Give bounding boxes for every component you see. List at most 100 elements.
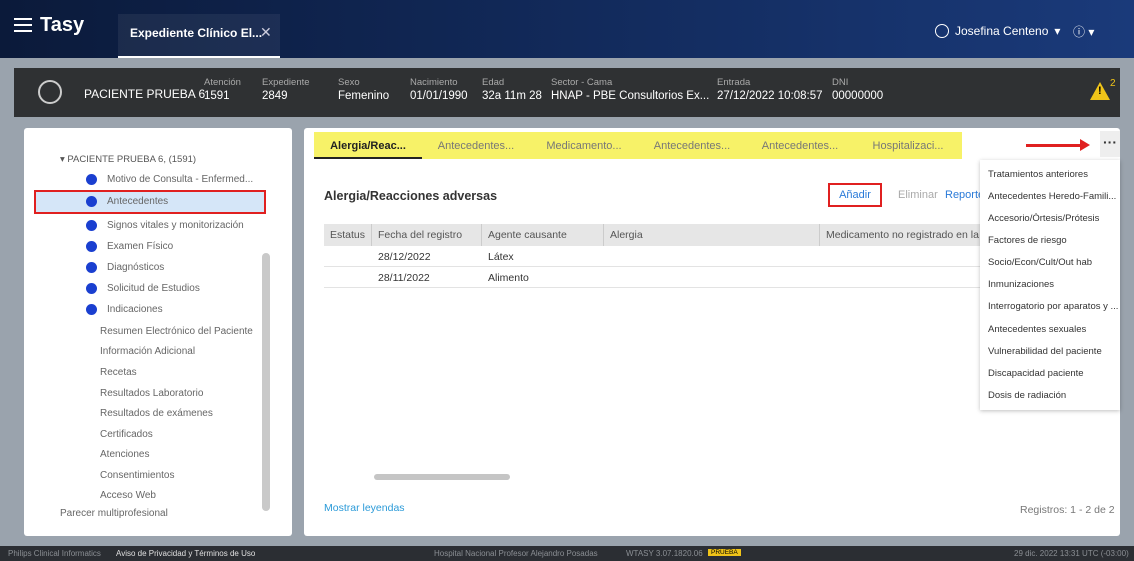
field-label: Nacimiento <box>410 77 458 88</box>
cell-fecha: 28/11/2022 <box>378 272 430 284</box>
menu-item-tratamientos[interactable]: Tratamientos anteriores <box>988 169 1118 180</box>
top-bar: Tasy Expediente Clínico El... ✕ Josefina… <box>0 0 1134 58</box>
tree-item-solicitud-estudios[interactable]: Solicitud de Estudios <box>86 283 200 294</box>
tree-item-signos-vitales[interactable]: Signos vitales y monitorización <box>86 220 244 231</box>
tree-item-examen-fisico[interactable]: Examen Físico <box>86 241 173 252</box>
patient-field-expediente: Expediente 2849 <box>262 77 310 102</box>
field-value: 2849 <box>262 90 288 102</box>
more-options-icon[interactable]: ··· <box>1100 131 1120 157</box>
tree-item-resultados-laboratorio[interactable]: Resultados Laboratorio <box>100 388 203 399</box>
bullet-icon <box>86 196 97 207</box>
footer-datetime: 29 dic. 2022 13:31 UTC (-03:00) <box>1014 549 1129 558</box>
menu-item-interrogatorio[interactable]: Interrogatorio por aparatos y ... <box>988 301 1118 312</box>
footer-hospital: Hospital Nacional Profesor Alejandro Pos… <box>434 549 598 558</box>
records-count: Registros: 1 - 2 de 2 <box>1020 504 1115 516</box>
info-menu-button[interactable]: ⓘ ▾ <box>1073 23 1094 40</box>
tab-hospitalizacion[interactable]: Hospitalizaci... <box>854 132 962 159</box>
tree-item-consentimientos[interactable]: Consentimientos <box>100 470 174 481</box>
patient-field-sector-cama: Sector - Cama HNAP - PBE Consultorios Ex.… <box>551 77 709 102</box>
tree-item-indicaciones[interactable]: Indicaciones <box>86 304 163 315</box>
patient-name: PACIENTE PRUEBA 6 <box>84 87 206 101</box>
patient-bar: PACIENTE PRUEBA 6 Atención 1591 Expedient… <box>14 68 1120 117</box>
footer-company: Philips Clinical Informatics <box>8 549 101 558</box>
field-value: 32a 11m 28 <box>482 90 542 102</box>
tree-item-diagnosticos[interactable]: Diagnósticos <box>86 262 164 273</box>
vertical-scrollbar[interactable] <box>262 253 270 511</box>
tab-antecedentes-3[interactable]: Antecedentes... <box>746 132 854 159</box>
tree-item-parecer-multiprofesional[interactable]: Parecer multiprofesional <box>60 508 168 519</box>
patient-field-dni: DNI 00000000 <box>832 77 883 102</box>
tab-antecedentes-2[interactable]: Antecedentes... <box>638 132 746 159</box>
cell-estatus <box>324 268 372 287</box>
tab-alergia[interactable]: Alergia/Reac... <box>314 132 422 159</box>
menu-item-socio-econ[interactable]: Socio/Econ/Cult/Out hab <box>988 257 1118 268</box>
field-label: Sector - Cama <box>551 77 613 88</box>
field-label: DNI <box>832 77 849 88</box>
menu-item-inmunizaciones[interactable]: Inmunizaciones <box>988 279 1118 290</box>
annotation-arrow-head <box>1080 139 1090 151</box>
bullet-icon <box>86 304 97 315</box>
patient-field-nacimiento: Nacimiento 01/01/1990 <box>410 77 468 102</box>
tree-item-certificados[interactable]: Certificados <box>100 429 153 440</box>
menu-item-discapacidad[interactable]: Discapacidad paciente <box>988 368 1118 379</box>
bullet-icon <box>86 241 97 252</box>
show-legends-link[interactable]: Mostrar leyendas <box>324 502 405 514</box>
footer-version: WTASY 3.07.1820.06 <box>626 549 703 558</box>
chevron-down-icon: ▾ <box>1054 24 1061 38</box>
menu-item-antecedentes-sexuales[interactable]: Antecedentes sexuales <box>988 324 1118 335</box>
column-header-agente[interactable]: Agente causante <box>482 224 604 246</box>
privacy-link[interactable]: Aviso de Privacidad y Términos de Uso <box>116 549 255 558</box>
cell-alergia <box>604 247 820 266</box>
user-name: Josefina Centeno <box>955 24 1049 38</box>
more-options-menu: Tratamientos anteriores Antecedentes Her… <box>980 160 1120 410</box>
patient-field-sexo: Sexo Femenino <box>338 77 389 102</box>
tree-item-resultados-examenes[interactable]: Resultados de exámenes <box>100 408 213 419</box>
column-header-fecha[interactable]: Fecha del registro <box>372 224 482 246</box>
cell-agente: Látex <box>488 251 514 263</box>
tree-item-informacion-adicional[interactable]: Información Adicional <box>100 346 195 357</box>
app-title: Tasy <box>40 14 85 36</box>
cell-estatus <box>324 247 372 266</box>
section-title: Alergia/Reacciones adversas <box>324 189 498 203</box>
tree-item-motivo-consulta[interactable]: Motivo de Consulta - Enfermed... <box>86 174 253 185</box>
horizontal-scrollbar[interactable] <box>374 474 510 480</box>
tree-item-label: Signos vitales y monitorización <box>107 220 244 231</box>
hamburger-menu-icon[interactable] <box>14 18 32 32</box>
user-menu[interactable]: Josefina Centeno ▾ <box>935 24 1060 38</box>
field-value: 00000000 <box>832 90 884 102</box>
tab-medicamento[interactable]: Medicamento... <box>530 132 638 159</box>
annotation-arrow <box>1026 144 1082 147</box>
menu-item-vulnerabilidad[interactable]: Vulnerabilidad del paciente <box>988 346 1118 357</box>
tree-item-atenciones[interactable]: Atenciones <box>100 449 149 460</box>
alert-warning-icon[interactable]: ! 2 <box>1090 78 1116 102</box>
menu-item-heredo-familiares[interactable]: Antecedentes Heredo-Famili... <box>988 191 1118 202</box>
field-label: Entrada <box>717 77 751 88</box>
menu-item-dosis-radiacion[interactable]: Dosis de radiación <box>988 390 1118 401</box>
field-label: Edad <box>482 77 505 88</box>
menu-item-factores-riesgo[interactable]: Factores de riesgo <box>988 235 1118 246</box>
close-tab-icon[interactable]: ✕ <box>260 24 272 41</box>
column-header-estatus[interactable]: Estatus <box>324 224 372 246</box>
tree-item-resumen[interactable]: Resumen Electrónico del Paciente <box>100 326 253 337</box>
tab-antecedentes-1[interactable]: Antecedentes... <box>422 132 530 159</box>
field-label: Sexo <box>338 77 360 88</box>
bullet-icon <box>86 262 97 273</box>
field-value: HNAP - PBE Consultorios Ex... <box>551 90 710 102</box>
tree-item-acceso-web[interactable]: Acceso Web <box>100 490 156 501</box>
tree-root-patient[interactable]: ▾ PACIENTE PRUEBA 6, (1591) <box>60 154 196 165</box>
tree-item-label: Indicaciones <box>107 304 163 315</box>
tree-item-recetas[interactable]: Recetas <box>100 367 137 378</box>
field-label: Atención <box>204 77 241 88</box>
menu-item-accesorio[interactable]: Accesorio/Órtesis/Prótesis <box>988 213 1118 224</box>
tab-expediente[interactable]: Expediente Clínico El... ✕ <box>118 14 280 58</box>
delete-button[interactable]: Eliminar <box>898 189 938 201</box>
tree-item-label: Motivo de Consulta - Enfermed... <box>107 174 254 185</box>
add-button[interactable]: Añadir <box>828 183 882 207</box>
patient-field-edad: Edad 32a 11m 28 <box>482 77 542 102</box>
tree-item-label: Solicitud de Estudios <box>107 283 200 294</box>
navigation-tree-panel: ▾ PACIENTE PRUEBA 6, (1591) Motivo de Co… <box>24 128 292 536</box>
tree-item-antecedentes[interactable]: Antecedentes <box>86 196 168 207</box>
column-header-alergia[interactable]: Alergia <box>604 224 820 246</box>
footer-bar: Philips Clinical Informatics Aviso de Pr… <box>0 546 1134 561</box>
field-value: 01/01/1990 <box>410 90 468 102</box>
